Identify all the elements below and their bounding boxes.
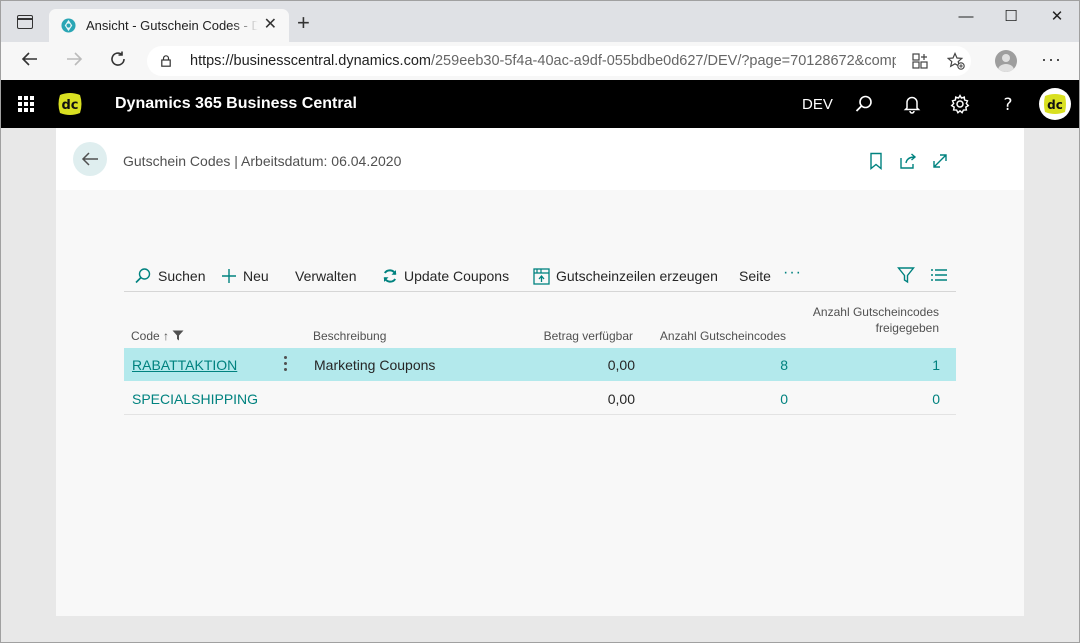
page-title: Gutschein Codes | Arbeitsdatum: 06.04.20… (123, 153, 402, 169)
row-coupon-code-count[interactable]: 8 (780, 357, 788, 373)
row-released-count[interactable]: 0 (932, 391, 940, 407)
generate-coupon-lines-label: Gutscheinzeilen erzeugen (556, 268, 718, 284)
user-logo-icon: dc (1044, 94, 1066, 114)
url-text: https://businesscentral.dynamics.com/259… (190, 53, 896, 69)
forward-nav-button[interactable] (63, 50, 85, 72)
arrow-left-icon (81, 152, 98, 166)
back-nav-button[interactable] (19, 50, 41, 72)
app-available-icon[interactable] (911, 52, 929, 70)
svg-text:dc: dc (61, 98, 78, 113)
svg-text:dc: dc (1047, 98, 1063, 112)
tab-title: Ansicht - Gutschein Codes - Dynamics 365… (86, 18, 258, 33)
expand-icon[interactable] (931, 152, 949, 170)
reload-button[interactable] (107, 50, 129, 72)
settings-gear-icon[interactable] (950, 94, 970, 114)
maximize-button[interactable]: ☐ (996, 7, 1026, 27)
more-options-button[interactable]: ··· (783, 264, 802, 282)
column-header-description[interactable]: Beschreibung (313, 328, 386, 344)
arrow-left-icon (21, 52, 37, 66)
url-host: https://businesscentral.dynamics.com (190, 53, 431, 69)
row-amount-available: 0,00 (607, 357, 635, 373)
browser-menu-button[interactable]: ··· (1041, 50, 1062, 68)
manage-menu[interactable]: Verwalten (295, 264, 356, 288)
tab-actions-icon[interactable] (17, 15, 33, 29)
page-content: Suchen Neu Verwalten Update Coupons Guts… (56, 190, 1024, 616)
list-view-icon[interactable] (930, 266, 948, 284)
close-window-button[interactable]: ✕ (1042, 7, 1072, 27)
favorites-add-icon[interactable] (947, 52, 965, 70)
bookmark-icon[interactable] (867, 152, 885, 170)
browser-tab-bar: Ansicht - Gutschein Codes - Dynamics 365… (0, 0, 1080, 43)
new-tab-button[interactable]: + (297, 12, 310, 34)
arrow-right-icon (67, 52, 83, 66)
row-coupon-code-count[interactable]: 0 (780, 391, 788, 407)
manage-label: Verwalten (295, 268, 357, 284)
company-logo-icon[interactable]: dc (57, 91, 83, 117)
search-icon (135, 268, 151, 284)
row-description: Marketing Coupons (314, 357, 436, 373)
list-page: Gutschein Codes | Arbeitsdatum: 06.04.20… (56, 128, 1024, 616)
refresh-icon (383, 269, 397, 283)
environment-label[interactable]: DEV (802, 96, 833, 113)
column-header-code[interactable]: Code ↑ (131, 328, 184, 344)
page-header: Gutschein Codes | Arbeitsdatum: 06.04.20… (56, 128, 1024, 190)
column-released-line2: freigegeben (875, 321, 939, 335)
address-bar: https://businesscentral.dynamics.com/259… (0, 42, 1080, 80)
row-amount-available: 0,00 (607, 391, 635, 407)
browser-tab[interactable]: Ansicht - Gutschein Codes - Dynamics 365… (49, 9, 289, 43)
url-field[interactable]: https://businesscentral.dynamics.com/259… (147, 46, 971, 76)
column-header-amount-available[interactable]: Betrag verfügbar (544, 328, 633, 344)
help-icon[interactable]: ? (998, 94, 1018, 114)
column-header-released-count[interactable]: Anzahl Gutscheincodes freigegeben (813, 304, 939, 336)
table-row[interactable]: RABATTAKTION Marketing Coupons 0,00 8 1 (124, 348, 956, 381)
row-code[interactable]: SPECIALSHIPPING (132, 391, 258, 407)
row-released-count[interactable]: 1 (932, 357, 940, 373)
generate-coupon-lines-button[interactable]: Gutscheinzeilen erzeugen (533, 264, 718, 288)
plus-icon (222, 269, 236, 283)
url-path: /259eeb30-5f4a-40ac-a9df-055bdbe0d627/DE… (430, 53, 896, 69)
search-icon[interactable] (854, 94, 874, 114)
page-menu[interactable]: Seite (739, 264, 771, 288)
svg-text:?: ? (1003, 95, 1012, 114)
filter-active-icon (172, 330, 184, 341)
app-header: dc Dynamics 365 Business Central DEV ? (0, 80, 1080, 128)
notification-bell-icon[interactable] (902, 94, 922, 114)
app-title: Dynamics 365 Business Central (115, 95, 357, 112)
dynamics-favicon-icon (61, 18, 76, 33)
grid-header: Code ↑ Beschreibung Betrag verfügbar Anz… (124, 302, 956, 348)
tab-close-icon[interactable]: ✕ (264, 17, 277, 33)
app-launcher-icon[interactable] (18, 96, 34, 112)
table-row[interactable]: SPECIALSHIPPING 0,00 0 0 (124, 382, 956, 415)
new-label: Neu (243, 268, 269, 284)
lock-icon[interactable] (161, 55, 171, 67)
user-avatar[interactable]: dc (1039, 88, 1071, 120)
column-header-coupon-code-count[interactable]: Anzahl Gutscheincodes (660, 328, 786, 344)
search-button[interactable]: Suchen (134, 264, 205, 288)
generate-lines-icon (533, 267, 550, 285)
action-bar: Suchen Neu Verwalten Update Coupons Guts… (124, 260, 956, 292)
update-coupons-button[interactable]: Update Coupons (382, 264, 509, 288)
profile-avatar[interactable] (995, 50, 1017, 72)
new-button[interactable]: Neu (221, 264, 269, 288)
column-code-label: Code (131, 329, 160, 343)
minimize-button[interactable]: — (951, 7, 981, 27)
row-code[interactable]: RABATTAKTION (132, 357, 237, 373)
column-released-line1: Anzahl Gutscheincodes (812, 305, 939, 319)
reload-icon (111, 51, 125, 66)
back-button[interactable] (73, 142, 107, 176)
row-actions-ellipsis-icon[interactable] (282, 356, 288, 372)
search-label: Suchen (158, 268, 206, 284)
share-icon[interactable] (899, 152, 917, 170)
sort-ascending-icon: ↑ (163, 329, 170, 343)
filter-icon[interactable] (897, 266, 915, 284)
page-menu-label: Seite (739, 268, 771, 284)
update-coupons-label: Update Coupons (404, 268, 510, 284)
